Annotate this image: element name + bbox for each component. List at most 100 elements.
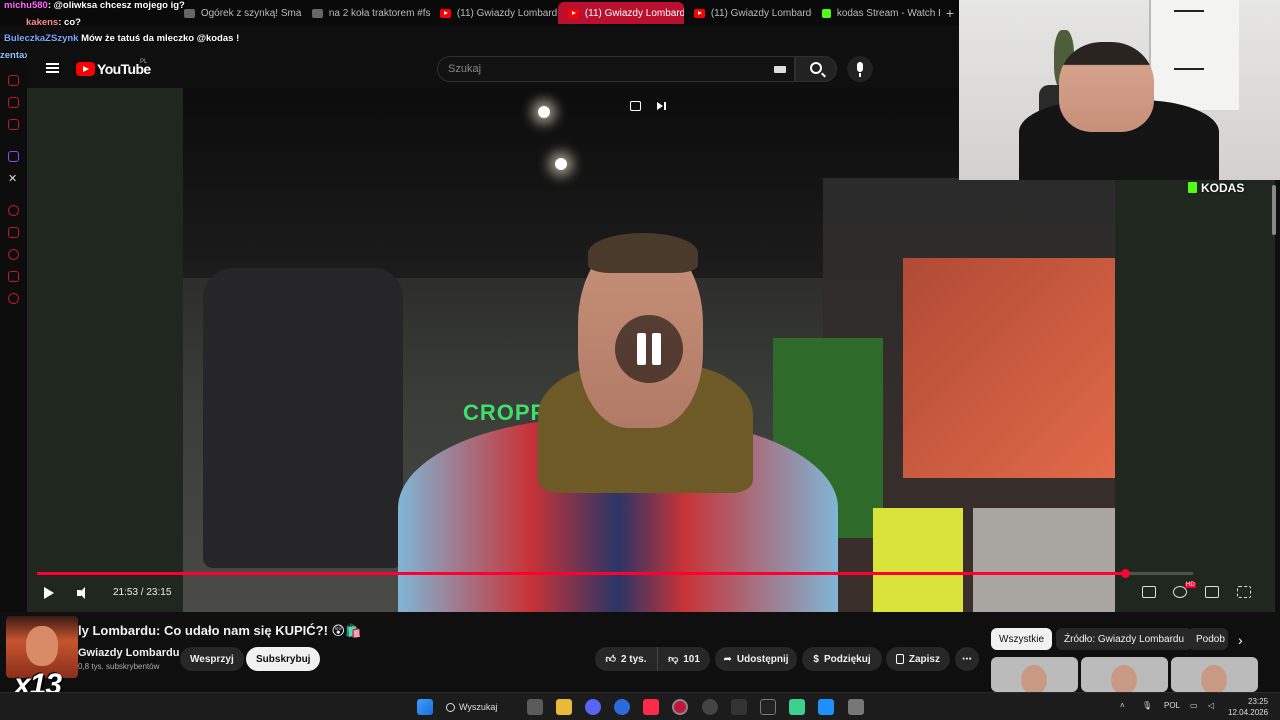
music-icon[interactable]	[643, 699, 659, 715]
tab-gwiazdy-active[interactable]: (11) Gwiazdy Lombard	[557, 2, 684, 24]
task-view-icon[interactable]	[527, 699, 543, 715]
app-icon[interactable]	[702, 699, 718, 715]
scrollbar[interactable]	[1272, 185, 1276, 235]
sidebar-app-icon[interactable]	[8, 97, 19, 108]
language-indicator[interactable]: POL	[1164, 701, 1180, 710]
thanks-icon: $	[813, 653, 819, 665]
chat-line: kakens: co?	[26, 17, 81, 28]
fullscreen-icon[interactable]	[1237, 586, 1251, 598]
sidebar-app-icon[interactable]	[8, 271, 19, 282]
network-icon[interactable]: ▭	[1190, 701, 1198, 710]
keyboard-icon[interactable]	[774, 66, 786, 73]
sidebar-app-icon[interactable]	[8, 205, 19, 216]
search-button[interactable]	[795, 56, 837, 82]
subtitles-icon[interactable]	[1142, 586, 1156, 598]
clothing-rack	[203, 268, 403, 568]
discord-icon[interactable]	[585, 699, 601, 715]
thanks-button[interactable]: $ Podziękuj	[802, 647, 882, 671]
share-icon: ➦	[723, 653, 732, 665]
music-icon	[311, 8, 323, 18]
time-display: 21:53 / 23:15	[113, 587, 172, 598]
stream-badge: KODAS	[1188, 181, 1244, 195]
sidebar-app-icon[interactable]	[8, 119, 19, 130]
search-box	[437, 56, 795, 82]
windows-taskbar: Wyszukaj ˄ 🎙︎ POL ▭ ◁ 23:25 12.04.2026	[0, 692, 1280, 720]
youtube-icon	[693, 8, 705, 18]
tab-gwiazdy-1[interactable]: (11) Gwiazdy Lombardu: C	[430, 2, 558, 24]
voice-search-button[interactable]	[847, 56, 873, 82]
chat-line: michu580: @oliwksa chcesz mojego ig?	[4, 0, 185, 11]
microphone-icon[interactable]: 🎙︎	[1142, 701, 1152, 710]
like-button[interactable]: 👍︎ 2 tys.	[595, 647, 657, 671]
tab-ogorek[interactable]: Ogórek z szynką! Smakow	[174, 2, 302, 24]
windows-start-icon[interactable]	[417, 699, 433, 715]
taskbar-clock[interactable]: 23:25 12.04.2026	[1228, 696, 1268, 718]
next-video-icon[interactable]	[657, 101, 667, 111]
twitch-icon[interactable]	[8, 151, 19, 162]
dislike-button[interactable]: 👎︎ 101	[657, 647, 710, 671]
thumbs-down-icon: 👎︎	[668, 654, 679, 665]
volume-icon[interactable]: ◁	[1208, 701, 1214, 710]
menu-icon[interactable]	[46, 63, 59, 73]
recommended-thumbnail[interactable]	[1081, 657, 1168, 692]
search-input[interactable]	[448, 61, 748, 77]
kick-icon	[1188, 182, 1197, 193]
app-icon[interactable]	[614, 699, 630, 715]
tab-traktor[interactable]: na 2 koła traktorem #fs22	[302, 2, 430, 24]
video-letterbox-left	[27, 88, 183, 612]
chip-similar[interactable]: Podob	[1188, 628, 1228, 650]
share-button[interactable]: ➦ Udostępnij	[715, 647, 797, 671]
sidebar-app-icon[interactable]	[8, 227, 19, 238]
theater-mode-icon[interactable]	[1205, 586, 1219, 598]
miniplayer-icon[interactable]	[630, 101, 641, 111]
notes-icon[interactable]	[789, 699, 805, 715]
search-icon	[446, 702, 455, 712]
region-label: PL	[140, 59, 148, 65]
app-icon[interactable]	[731, 699, 747, 715]
youtube-icon	[439, 8, 451, 18]
recommended-thumbnail[interactable]	[1171, 657, 1258, 692]
new-tab-button[interactable]: +	[940, 5, 960, 21]
video-title: ly Lombardu: Co udało nam się KUPIĆ?! 😲🛍…	[78, 623, 362, 638]
chat-line: BuleczkaZSzynk Mów że tatuś da mleczko @…	[4, 33, 240, 44]
youtube-icon	[567, 8, 579, 18]
taskbar-search[interactable]: Wyszukaj	[446, 697, 510, 717]
progress-bar[interactable]	[37, 569, 1193, 578]
x-icon[interactable]: ✕	[8, 172, 17, 185]
subscribe-button[interactable]: Subskrybuj	[246, 647, 321, 671]
streamer-face	[1059, 42, 1154, 132]
volume-icon[interactable]	[77, 587, 91, 599]
tab-kodas-stream[interactable]: kodas Stream - Watch Live	[812, 2, 940, 24]
pause-icon[interactable]	[615, 315, 683, 383]
thumbs-up-icon: 👍︎	[605, 654, 616, 665]
chevron-right-icon[interactable]: ›	[1238, 632, 1243, 648]
browser-sidebar: ✕	[0, 60, 27, 692]
hd-badge: HD	[1185, 582, 1196, 588]
youtube-header: YouTube PL	[27, 50, 960, 88]
play-button[interactable]	[44, 587, 54, 599]
calculator-icon[interactable]	[848, 699, 864, 715]
youtube-logo-icon[interactable]	[76, 62, 95, 76]
bookmark-icon	[896, 654, 904, 664]
kick-icon	[821, 8, 831, 18]
chip-source[interactable]: Źródło: Gwiazdy Lombardu	[1056, 628, 1193, 650]
chip-all[interactable]: Wszystkie	[991, 628, 1052, 650]
recommended-thumbnail[interactable]	[991, 657, 1078, 692]
chevron-up-icon[interactable]: ˄	[1120, 701, 1125, 710]
terminal-icon[interactable]	[760, 699, 776, 715]
history-icon[interactable]	[8, 249, 19, 260]
sidebar-app-icon[interactable]	[8, 75, 19, 86]
channel-name[interactable]: Gwiazdy Lombardu	[78, 647, 179, 659]
search-icon	[810, 62, 822, 74]
support-button[interactable]: Wesprzyj	[180, 647, 244, 671]
settings-icon[interactable]	[8, 293, 19, 304]
more-icon: ⋯	[962, 653, 972, 665]
app-icon[interactable]	[818, 699, 834, 715]
more-actions-button[interactable]: ⋯	[955, 647, 979, 671]
tab-gwiazdy-3[interactable]: (11) Gwiazdy Lombardu: G	[684, 2, 812, 24]
video-info: ly Lombardu: Co udało nam się KUPIĆ?! 😲🛍…	[0, 612, 1280, 692]
opera-icon[interactable]	[672, 699, 688, 715]
save-button[interactable]: Zapisz	[886, 647, 950, 671]
file-explorer-icon[interactable]	[556, 699, 572, 715]
streamer-webcam	[959, 0, 1280, 180]
